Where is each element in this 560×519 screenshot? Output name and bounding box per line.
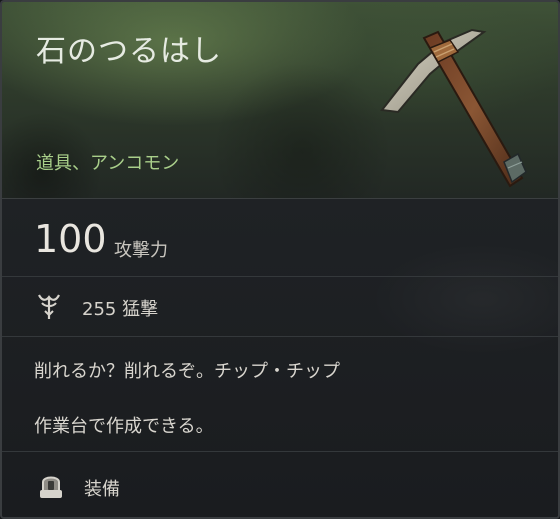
equip-action[interactable]: 装備 [2,452,558,517]
equip-label[interactable]: 装備 [84,475,120,501]
stone-pickaxe-icon [380,28,527,188]
ferocity-icon [38,294,60,319]
item-category: 道具、アンコモン [36,153,180,174]
attack-label: 攻撃力 [114,240,168,261]
stat-text: 255 猛撃 [82,299,159,320]
flavor-text: 削れるか？削れるぞ。チップ・チップ [34,361,340,382]
item-tooltip: 石のつるはし 道具、アンコモン 100 攻撃力 255 猛撃 削れるか？削れるぞ… [0,0,560,519]
stat-section: 255 猛撃 [2,277,558,337]
craft-info-text: 作業台で作成できる。 [34,416,214,437]
attack-section: 100 攻撃力 [2,199,558,277]
tooltip-header: 石のつるはし 道具、アンコモン [2,2,558,199]
tooltip-body: 100 攻撃力 255 猛撃 削れるか？削れるぞ。チップ・チップ 作業台で作成で… [2,199,558,517]
attack-value: 100 [34,217,107,261]
equip-icon [40,476,62,498]
description-section: 削れるか？削れるぞ。チップ・チップ 作業台で作成できる。 [2,337,558,452]
item-name: 石のつるはし [36,34,222,69]
